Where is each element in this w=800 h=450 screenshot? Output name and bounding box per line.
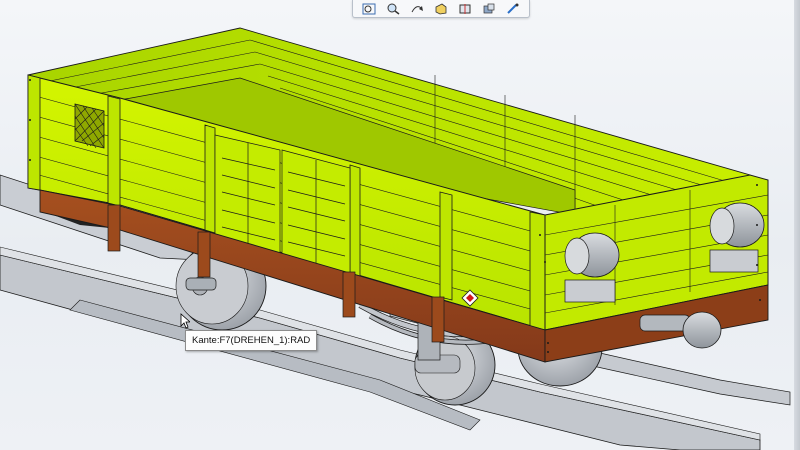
window-edge xyxy=(794,0,800,450)
section-view-icon xyxy=(459,3,471,14)
selection-tooltip: Kante:F7(DREHEN_1):RAD xyxy=(185,330,318,351)
buffer-right xyxy=(709,202,765,273)
rotate-view-button[interactable] xyxy=(409,2,425,16)
sketch-tool-button[interactable] xyxy=(505,2,521,16)
sketch-tool-icon xyxy=(507,3,519,14)
section-view-button[interactable] xyxy=(457,2,473,16)
display-style-icon xyxy=(483,3,495,13)
zoom-fit-icon xyxy=(362,3,376,14)
display-style-button[interactable] xyxy=(481,2,497,16)
view-orientation-button[interactable] xyxy=(433,2,449,16)
zoom-area-button[interactable] xyxy=(385,2,401,16)
zoom-fit-button[interactable] xyxy=(361,2,377,16)
zoom-area-icon xyxy=(387,3,400,15)
cad-window: Kante:F7(DREHEN_1):RAD xyxy=(0,0,800,450)
axle-box xyxy=(185,277,217,291)
view-toolbar xyxy=(352,0,530,18)
rotate-view-icon xyxy=(411,5,423,12)
coupling-hook xyxy=(639,311,722,349)
buffer-left xyxy=(564,232,620,303)
model-viewport[interactable] xyxy=(0,0,800,450)
vent-grille xyxy=(74,103,105,149)
view-orientation-icon xyxy=(435,3,447,14)
mouse-cursor-icon xyxy=(180,313,190,329)
